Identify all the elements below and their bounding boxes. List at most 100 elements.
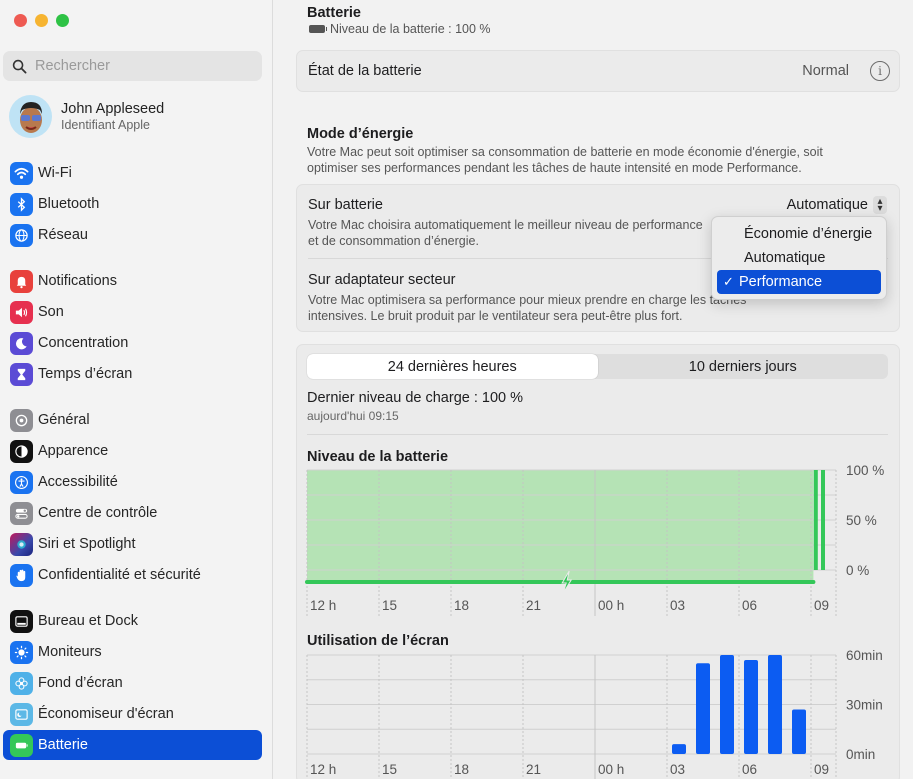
energy-mode-title: Mode d’énergie (307, 126, 414, 142)
sidebar-item-label: Accessibilité (38, 474, 118, 490)
moon-icon (10, 331, 33, 355)
sidebar-item-screen-time[interactable]: Temps d’écran (3, 359, 262, 389)
sidebar-item-sound[interactable]: Son (3, 297, 262, 327)
accessibility-icon (10, 470, 33, 494)
sidebar-item-appearance[interactable]: Apparence (3, 436, 262, 466)
battery-settings-pane: Batterie Niveau de la batterie : 100 % É… (274, 0, 913, 779)
on-battery-popup[interactable]: Automatique ▴ ▾ (787, 196, 887, 214)
sidebar-item-wallpaper[interactable]: Fond d’écran (3, 668, 262, 698)
energy-mode-description: Votre Mac peut soit optimiser sa consomm… (307, 145, 823, 175)
x-tick-label: 03 (670, 762, 685, 777)
sidebar-item-control-center[interactable]: Centre de contrôle (3, 498, 262, 528)
x-tick-label: 15 (382, 598, 397, 613)
y-tick-label: 50 % (846, 513, 877, 528)
screen-usage-bar (672, 744, 686, 754)
sidebar-item-label: Réseau (38, 227, 88, 243)
y-tick-label: 0min (846, 747, 875, 762)
search-input[interactable] (35, 58, 235, 74)
menu-item-performance[interactable]: ✓ Performance (717, 270, 881, 294)
sidebar-item-label: Moniteurs (38, 644, 102, 660)
info-icon[interactable]: i (870, 61, 890, 81)
page-title: Batterie (307, 5, 361, 21)
speaker-icon (10, 300, 33, 324)
maximize-button[interactable] (56, 14, 69, 27)
user-subtitle: Identifiant Apple (61, 118, 150, 132)
apple-account[interactable]: John Appleseed Identifiant Apple (9, 95, 164, 138)
siri-icon (10, 532, 33, 556)
sidebar-item-label: Général (38, 412, 90, 428)
gear-icon (10, 408, 33, 432)
history-range-segmented-control: 24 dernières heures 10 derniers jours (307, 354, 888, 379)
sidebar-item-label: Centre de contrôle (38, 505, 158, 521)
battery-state-card: État de la batterie Normal i (296, 50, 900, 92)
sidebar-item-focus[interactable]: Concentration (3, 328, 262, 358)
sidebar-item-label: Wi-Fi (38, 165, 72, 181)
sidebar-item-label: Confidentialité et sécurité (38, 567, 201, 583)
sidebar-item-label: Fond d’écran (38, 675, 123, 691)
tab-10-days[interactable]: 10 derniers jours (598, 354, 889, 379)
sidebar-item-label: Bureau et Dock (38, 613, 138, 629)
sidebar-item-siri-spotlight[interactable]: Siri et Spotlight (3, 529, 262, 559)
screen-usage-bar (768, 655, 782, 754)
sidebar-item-label: Temps d’écran (38, 366, 133, 382)
battery-level-area (307, 470, 814, 582)
sidebar-item-notifications[interactable]: Notifications (3, 266, 262, 296)
minimize-button[interactable] (35, 14, 48, 27)
menu-item-automatic[interactable]: Automatique (717, 246, 881, 270)
tab-24h[interactable]: 24 dernières heures (307, 354, 598, 379)
on-adapter-description: Votre Mac optimisera sa performance pour… (308, 293, 747, 323)
menu-item-energy-saving[interactable]: Économie d’énergie (717, 222, 881, 246)
close-button[interactable] (14, 14, 27, 27)
hand-icon (10, 563, 33, 587)
x-tick-label: 09 (814, 762, 829, 777)
divider (307, 434, 888, 435)
hourglass-icon (10, 362, 33, 386)
x-tick-label: 21 (526, 598, 541, 613)
sidebar-item-wifi[interactable]: Wi-Fi (3, 158, 262, 188)
sidebar-item-battery[interactable]: Batterie (3, 730, 262, 760)
screen-usage-bar (720, 655, 734, 754)
x-tick-label: 00 h (598, 762, 624, 777)
x-tick-label: 06 (742, 598, 757, 613)
sidebar-item-label: Apparence (38, 443, 109, 459)
bluetooth-icon (10, 192, 33, 216)
globe-icon (10, 223, 33, 247)
sidebar-item-accessibility[interactable]: Accessibilité (3, 467, 262, 497)
x-tick-label: 18 (454, 598, 469, 613)
screen-usage-bar (696, 663, 710, 754)
battery-level-status: Niveau de la batterie : 100 % (309, 22, 491, 36)
sidebar-item-desktop-dock[interactable]: Bureau et Dock (3, 606, 262, 636)
y-tick-label: 0 % (846, 563, 869, 578)
sun-icon (10, 640, 33, 664)
sidebar-item-general[interactable]: Général (3, 405, 262, 435)
sidebar-item-screensaver[interactable]: Économiseur d'écran (3, 699, 262, 729)
sidebar-item-label: Batterie (38, 737, 88, 753)
dock-icon (10, 609, 33, 633)
sidebar-item-privacy-security[interactable]: Confidentialité et sécurité (3, 560, 262, 590)
on-adapter-label: Sur adaptateur secteur (308, 272, 456, 288)
search-field[interactable] (3, 51, 262, 81)
sidebar-item-label: Économiseur d'écran (38, 706, 174, 722)
avatar (9, 95, 52, 138)
window-controls (14, 14, 69, 27)
sidebar-item-network[interactable]: Réseau (3, 220, 262, 250)
y-tick-label: 100 % (846, 463, 884, 478)
sidebar-item-displays[interactable]: Moniteurs (3, 637, 262, 667)
user-name: John Appleseed (61, 101, 165, 117)
sidebar-item-label: Notifications (38, 273, 117, 289)
battery-state-label: État de la batterie (308, 63, 422, 79)
sidebar-item-bluetooth[interactable]: Bluetooth (3, 189, 262, 219)
x-tick-label: 00 h (598, 598, 624, 613)
x-tick-label: 06 (742, 762, 757, 777)
on-battery-label: Sur batterie (308, 197, 383, 213)
search-icon (12, 59, 27, 73)
battery-level-text: Niveau de la batterie : 100 % (330, 22, 491, 36)
flower-icon (10, 671, 33, 695)
menu-item-label: Performance (739, 274, 823, 290)
x-tick-label: 21 (526, 762, 541, 777)
x-tick-label: 12 h (310, 598, 336, 613)
wifi-icon (10, 161, 33, 185)
sidebar-item-label: Concentration (38, 335, 129, 351)
battery-icon (10, 733, 33, 757)
memoji-icon (19, 101, 42, 133)
